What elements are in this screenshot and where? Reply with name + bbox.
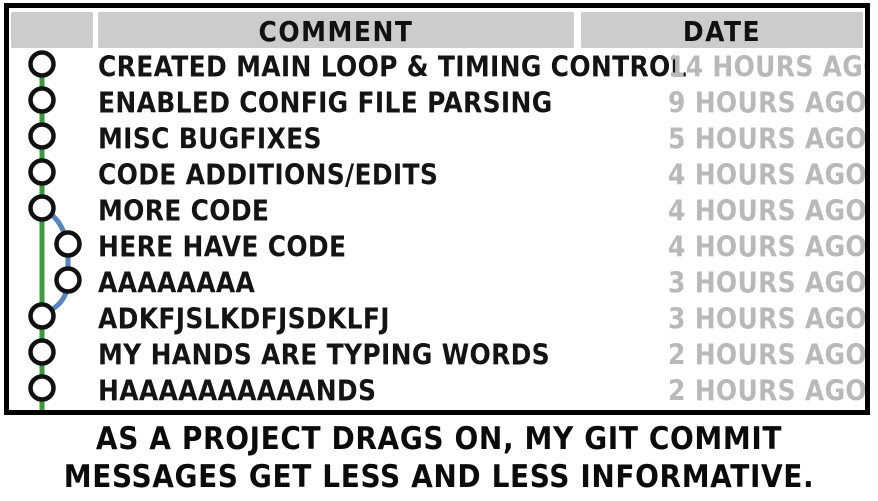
caption: AS A PROJECT DRAGS ON, MY GIT COMMIT MES… [0, 420, 878, 496]
comic-panel: COMMENT DATE CREATED MAIN LOOP & TIMING … [0, 0, 878, 501]
commit-message: CREATED MAIN LOOP & TIMING CONTROL [98, 50, 687, 84]
commit-row[interactable]: MISC BUGFIXES 5 HOURS AGO [9, 120, 865, 156]
commit-date: 2 HOURS AGO [668, 374, 867, 408]
column-header-date[interactable]: DATE [581, 12, 863, 48]
commit-row[interactable]: HAAAAAAAAAANDS 2 HOURS AGO [9, 372, 865, 408]
commit-row[interactable]: MY HANDS ARE TYPING WORDS 2 HOURS AGO [9, 336, 865, 372]
commit-message: ADKFJSLKDFJSDKLFJ [98, 302, 390, 336]
column-header-comment[interactable]: COMMENT [98, 12, 574, 48]
commit-message: MORE CODE [98, 194, 270, 228]
commit-date: 14 HOURS AGO [668, 50, 870, 84]
commit-row[interactable]: CODE ADDITIONS/EDITS 4 HOURS AGO [9, 156, 865, 192]
commit-date: 4 HOURS AGO [668, 158, 867, 192]
commit-date: 3 HOURS AGO [668, 266, 867, 300]
caption-line-1: AS A PROJECT DRAGS ON, MY GIT COMMIT [95, 420, 783, 457]
commit-message: HAAAAAAAAAANDS [98, 374, 377, 408]
caption-line-2: MESSAGES GET LESS AND LESS INFORMATIVE. [63, 458, 815, 495]
commit-row[interactable]: ENABLED CONFIG FILE PARSING 9 HOURS AGO [9, 84, 865, 120]
commit-date: 4 HOURS AGO [668, 230, 867, 264]
commit-row[interactable]: AAAAAAAA 3 HOURS AGO [9, 264, 865, 300]
commit-row[interactable]: ADKFJSLKDFJSDKLFJ 3 HOURS AGO [9, 300, 865, 336]
commit-row[interactable]: MORE CODE 4 HOURS AGO [9, 192, 865, 228]
commit-date: 3 HOURS AGO [668, 302, 867, 336]
commit-message: MY HANDS ARE TYPING WORDS [98, 338, 550, 372]
column-header-date-label: DATE [682, 15, 762, 48]
commit-row[interactable]: CREATED MAIN LOOP & TIMING CONTROL 14 HOU… [9, 48, 865, 84]
commit-date: 9 HOURS AGO [668, 86, 867, 120]
commit-message: HERE HAVE CODE [98, 230, 347, 264]
table-header-row: COMMENT DATE [9, 8, 865, 48]
commit-date: 2 HOURS AGO [668, 338, 867, 372]
commit-list: CREATED MAIN LOOP & TIMING CONTROL 14 HOU… [9, 48, 865, 410]
column-header-graph[interactable] [11, 12, 93, 48]
commit-row[interactable]: HERE HAVE CODE 4 HOURS AGO [9, 228, 865, 264]
commit-message: CODE ADDITIONS/EDITS [98, 158, 439, 192]
commit-message: MISC BUGFIXES [98, 122, 322, 156]
git-log-panel: COMMENT DATE CREATED MAIN LOOP & TIMING … [4, 3, 870, 415]
commit-date: 5 HOURS AGO [668, 122, 867, 156]
commit-message: AAAAAAAA [98, 266, 256, 300]
commit-date: 4 HOURS AGO [668, 194, 867, 228]
column-header-comment-label: COMMENT [258, 15, 414, 48]
commit-message: ENABLED CONFIG FILE PARSING [98, 86, 553, 120]
